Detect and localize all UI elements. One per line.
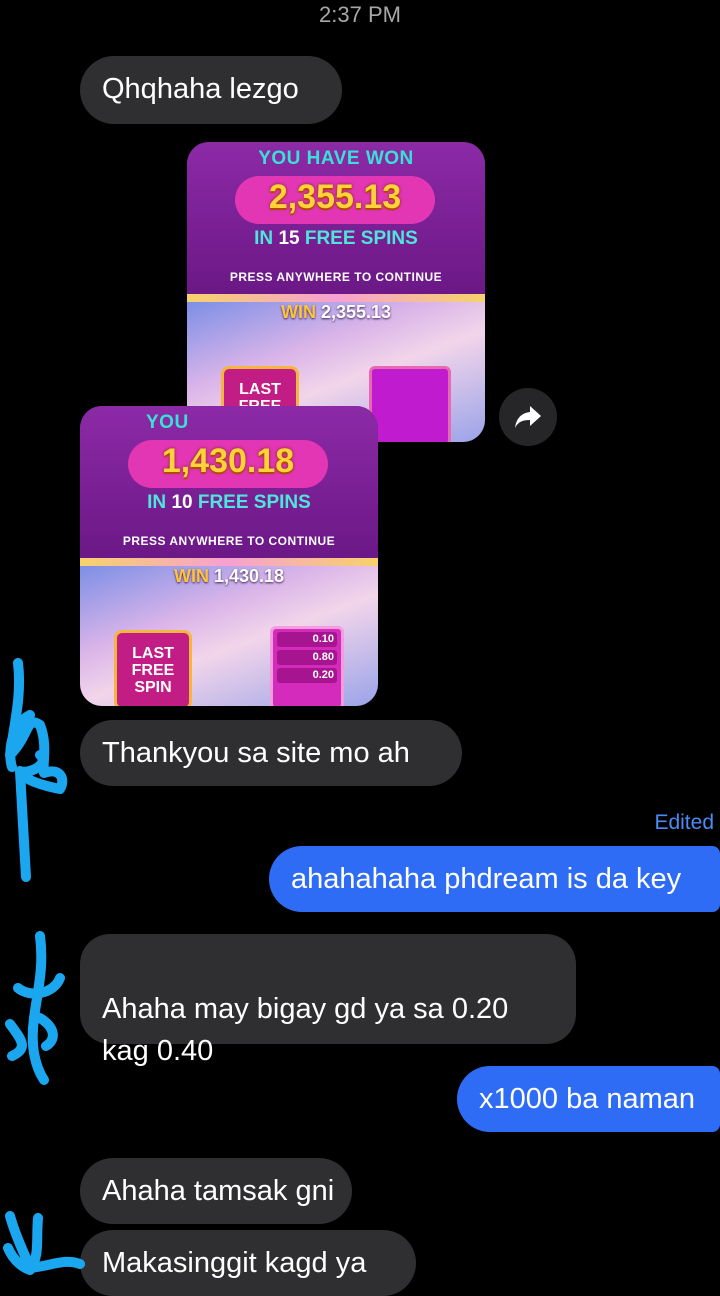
message-bubble[interactable]: Thankyou sa site mo ah [80,720,462,786]
message-bubble[interactable]: Ahaha may bigay gd ya sa 0.20 kag 0.40 [80,934,576,1067]
message-bubble[interactable]: Ahaha tamsak gni [80,1158,352,1224]
message-text: Qhqhaha lezgo [102,73,299,105]
message-text: ahahahaha phdream is da key [291,863,682,895]
last-free-spin-box: LAST FREE SPIN [114,630,192,706]
message-bubble[interactable]: x1000 ba naman [457,1066,720,1132]
scribble-overlay [3,1211,85,1275]
amount-splash: 2,355.13 [235,176,435,224]
message-bubble[interactable]: Makasinggit kagd ya [80,1230,416,1296]
scribble-overlay [5,658,68,882]
free-spins-line: IN 10 FREE SPINS [147,492,311,513]
message-bubble[interactable]: Qhqhaha lezgo [80,56,342,124]
message-text: x1000 ba naman [479,1083,696,1115]
candy-strip [187,294,485,302]
candy-strip [80,558,378,566]
message-text: Ahaha tamsak gni [102,1175,335,1207]
paytable: 0.10 0.80 0.20 [270,626,344,706]
timestamp: 2:37 PM [319,2,401,27]
share-arrow-icon [515,406,541,428]
paytable-row: 0.10 [277,632,337,647]
paytable-row: 0.20 [277,668,337,683]
win-amount: 2,355.13 [268,178,402,216]
win-line: WIN 1,430.18 [173,566,285,586]
win-header: YOU HAVE WON [258,148,414,169]
message-text: Makasinggit kagd ya [102,1247,367,1279]
edited-label: Edited [654,811,714,834]
amount-splash: 1,430.18 [128,440,328,488]
win-amount: 1,430.18 [161,442,295,480]
paytable-row: 0.80 [277,650,337,665]
shared-image-2[interactable]: YOU 1,430.18 IN 10 FREE SPINS PRESS ANYW… [80,406,378,706]
press-to-continue: PRESS ANYWHERE TO CONTINUE [122,534,336,548]
message-text: Thankyou sa site mo ah [102,737,410,769]
press-to-continue: PRESS ANYWHERE TO CONTINUE [229,270,443,284]
free-spins-line: IN 15 FREE SPINS [254,228,418,249]
win-line: WIN 2,355.13 [280,302,392,322]
shared-image-1[interactable]: YOU HAVE WON 2,355.13 IN 15 FREE SPINS P… [187,142,485,442]
message-text: Ahaha may bigay gd ya sa 0.20 kag 0.40 [102,993,509,1067]
win-header: YOU [146,412,189,433]
message-bubble[interactable]: ahahahaha phdream is da key [269,846,720,912]
scribble-overlay [5,931,65,1085]
share-button[interactable] [499,388,557,446]
paytable-box [369,366,451,442]
